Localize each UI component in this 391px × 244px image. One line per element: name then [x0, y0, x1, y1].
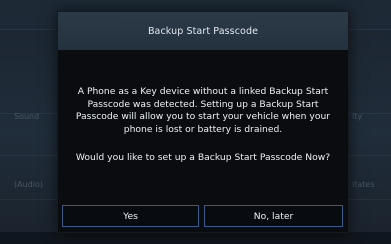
no-later-button[interactable]: No, later: [204, 205, 343, 227]
background-label: itates: [352, 180, 375, 189]
background-label: Sound: [14, 112, 40, 121]
dialog-header: Backup Start Passcode: [58, 12, 348, 50]
backup-passcode-dialog: Backup Start Passcode A Phone as a Key d…: [57, 11, 349, 233]
infotainment-screen: Sound (Audio) ity itates Backup Start Pa…: [0, 0, 391, 244]
background-footer: [0, 232, 391, 244]
background-label: ity: [352, 112, 363, 121]
dialog-title: Backup Start Passcode: [147, 25, 259, 37]
background-label: (Audio): [14, 180, 43, 189]
dialog-question: Would you like to set up a Backup Start …: [75, 152, 331, 163]
dialog-message: A Phone as a Key device without a linked…: [75, 86, 331, 135]
yes-button[interactable]: Yes: [62, 205, 199, 227]
